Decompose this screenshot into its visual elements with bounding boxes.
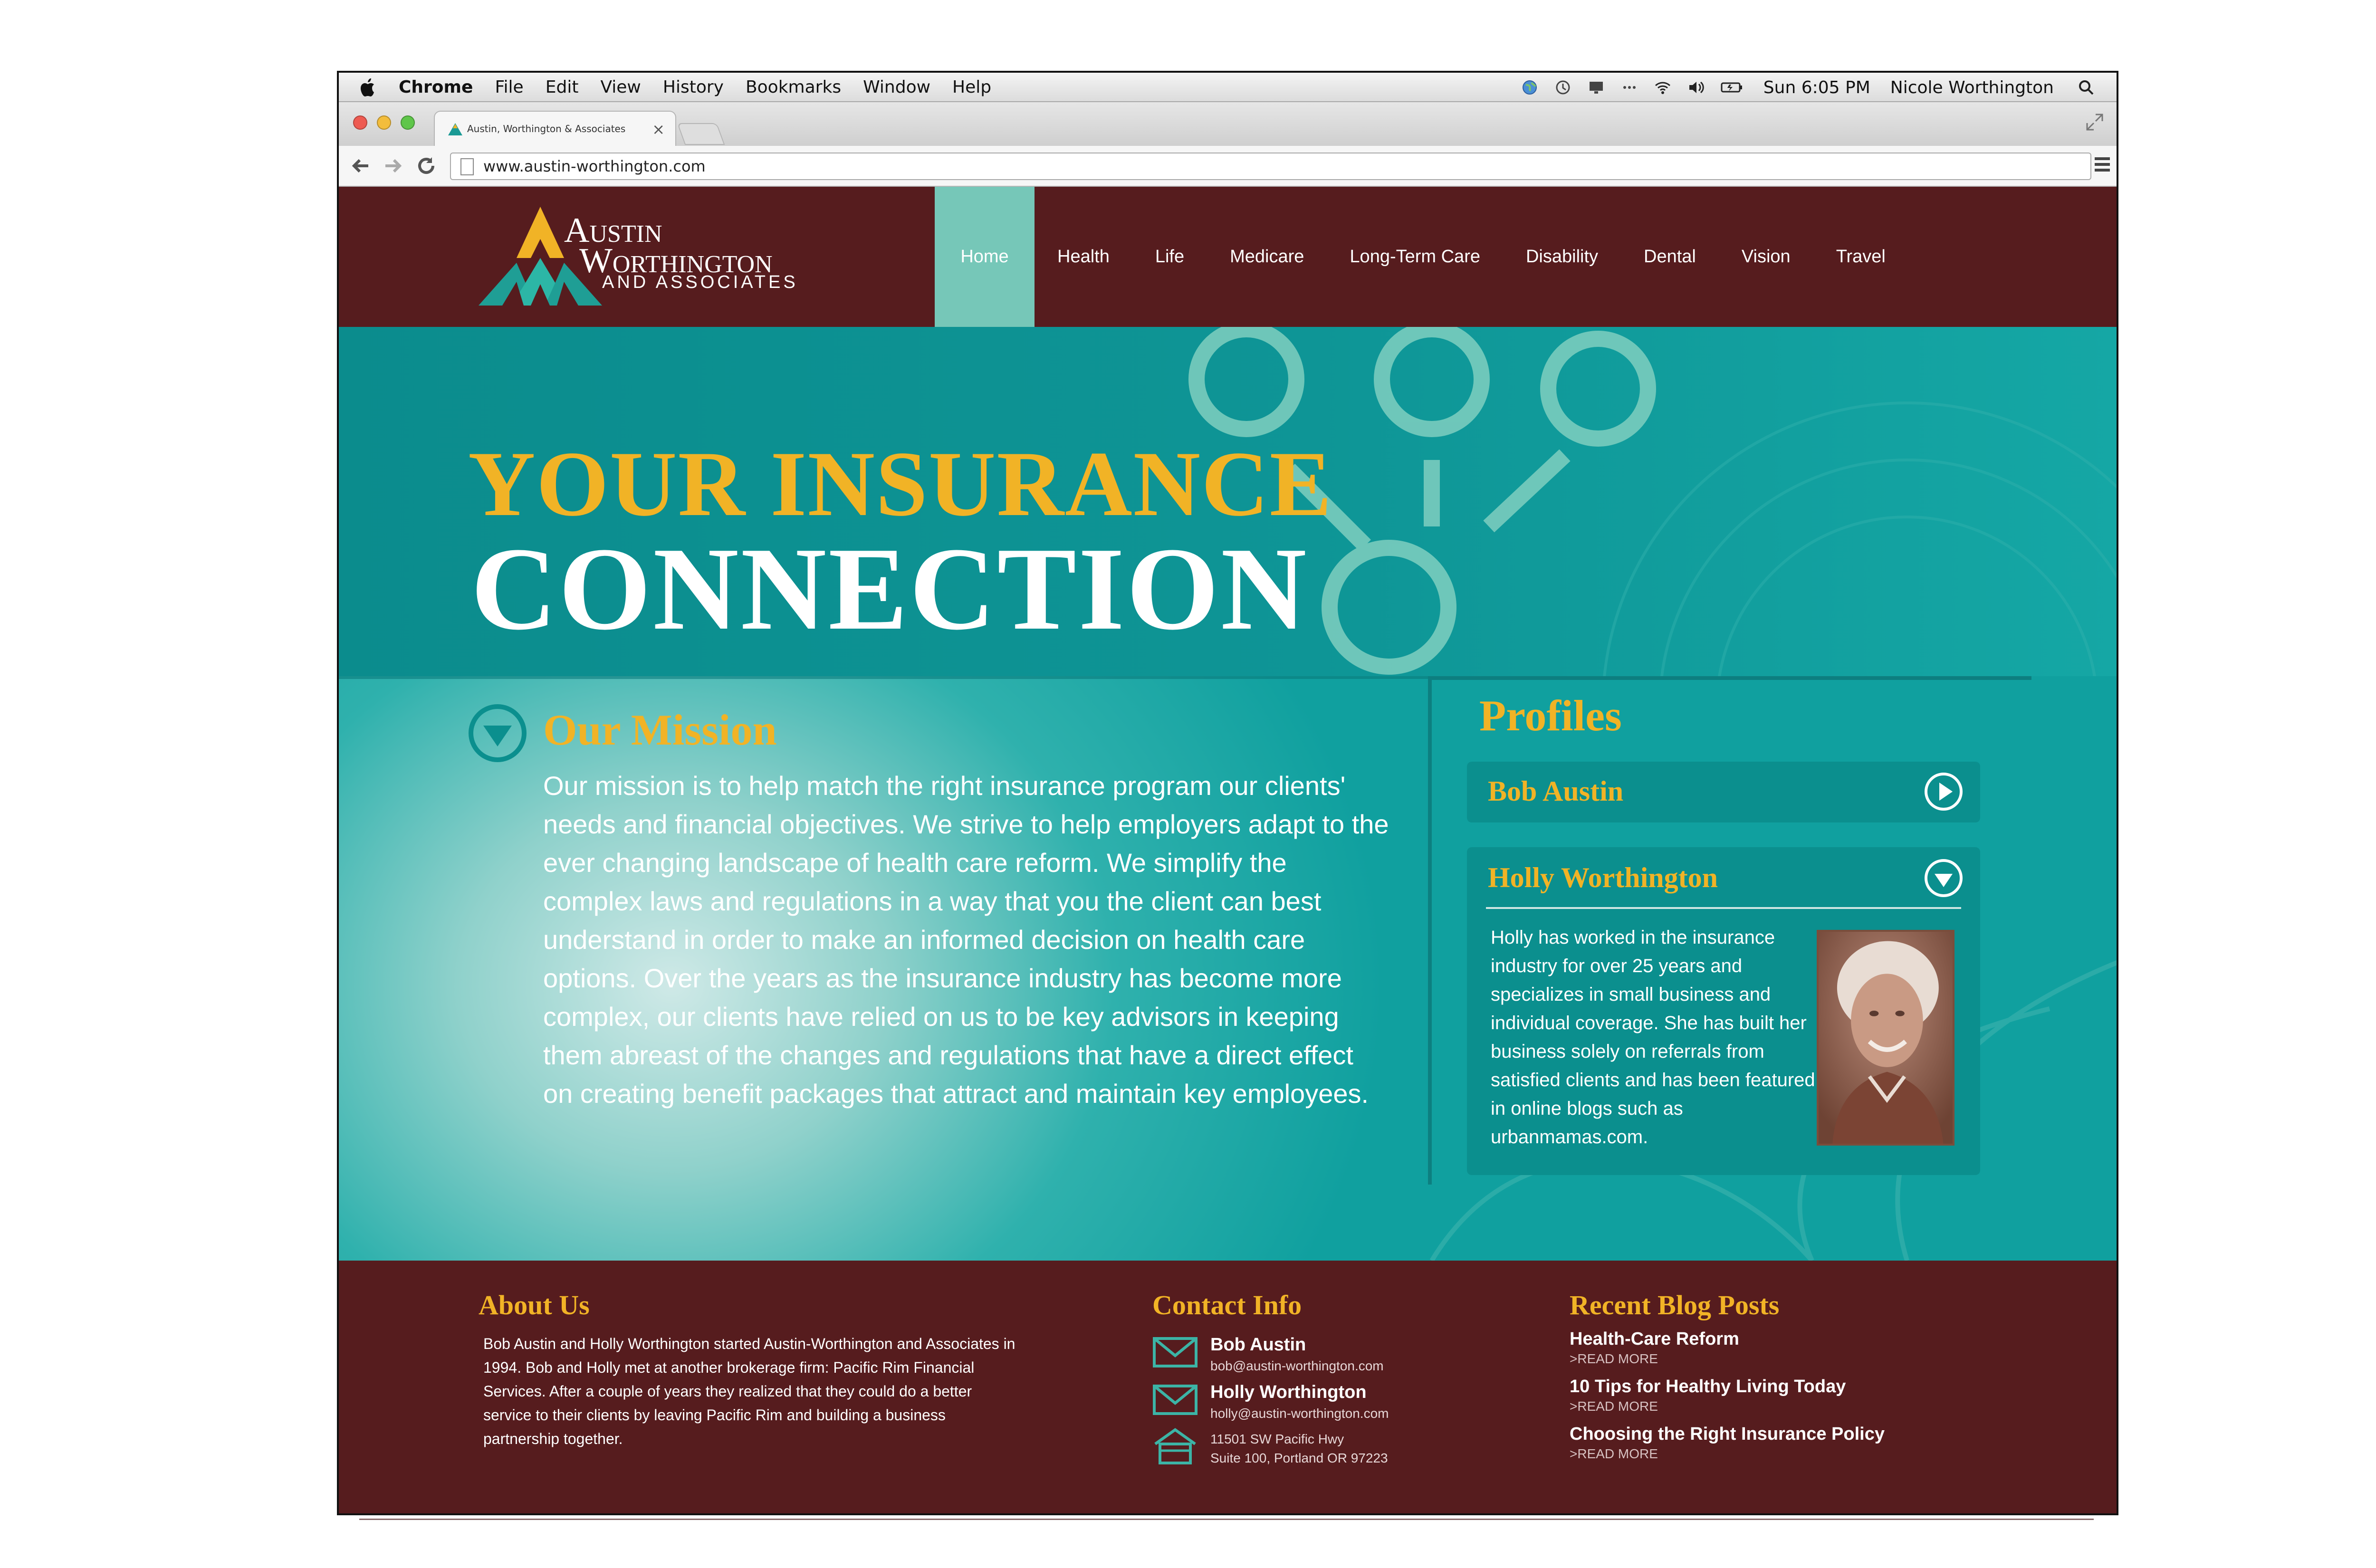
menu-view[interactable]: View (600, 77, 641, 97)
menu-history[interactable]: History (663, 77, 724, 97)
read-more-link[interactable]: >READ MORE (1570, 1351, 1739, 1367)
expand-play-icon[interactable] (1923, 771, 1964, 812)
hero-headline-line-2: CONNECTION (471, 523, 1309, 655)
blog-post-title[interactable]: 10 Tips for Healthy Living Today (1570, 1377, 1846, 1397)
contact-name-bob: Bob Austin (1210, 1335, 1306, 1355)
page-icon (460, 158, 474, 175)
address-line-2: Suite 100, Portland OR 97223 (1210, 1451, 1388, 1465)
apple-icon[interactable] (359, 76, 378, 97)
contact-heading: Contact Info (1152, 1290, 1302, 1320)
mission-toggle-icon[interactable] (467, 703, 528, 764)
mission-heading: Our Mission (543, 706, 777, 754)
read-more-link[interactable]: >READ MORE (1570, 1399, 1846, 1414)
nav-home[interactable]: Home (935, 187, 1035, 327)
profile-divider (1486, 907, 1961, 909)
address-line-1: 11501 SW Pacific Hwy (1210, 1432, 1344, 1446)
email-envelope-icon[interactable] (1152, 1336, 1198, 1369)
profile-bio-holly: Holly has worked in the insurance indust… (1491, 927, 1815, 1147)
blog-post-title[interactable]: Health-Care Reform (1570, 1329, 1739, 1349)
read-more-link[interactable]: >READ MORE (1570, 1446, 1885, 1462)
about-heading: About Us (479, 1290, 590, 1320)
menu-bookmarks[interactable]: Bookmarks (746, 77, 841, 97)
profiles-heading: Profiles (1479, 691, 1622, 740)
site-header: Austin Worthington and Associates Home H… (339, 187, 2117, 327)
holly-portrait-photo (1817, 930, 1954, 1146)
nav-life[interactable]: Life (1132, 187, 1207, 327)
blog-post-3: Choosing the Right Insurance Policy >REA… (1570, 1424, 1885, 1462)
site-favicon-icon (448, 123, 462, 135)
menu-chrome[interactable]: Chrome (399, 77, 473, 97)
display-icon[interactable] (1588, 79, 1605, 96)
menu-edit[interactable]: Edit (546, 77, 579, 97)
nav-vision[interactable]: Vision (1719, 187, 1813, 327)
site-logo[interactable]: Austin Worthington and Associates (479, 206, 811, 310)
menu-window[interactable]: Window (863, 77, 930, 97)
dots-icon[interactable] (1621, 79, 1638, 96)
blog-post-1: Health-Care Reform >READ MORE (1570, 1329, 1739, 1367)
profile-holly-worthington[interactable]: Holly Worthington Holly has worked in th… (1467, 847, 1980, 1175)
main-content: Our Mission Our mission is to help match… (339, 676, 2117, 1261)
profile-bob-austin[interactable]: Bob Austin (1467, 762, 1980, 822)
desk-line (359, 1519, 2094, 1520)
tab-title: Austin, Worthington & Associates (467, 123, 626, 134)
forward-arrow-icon[interactable] (382, 153, 404, 179)
contact-email-holly[interactable]: holly@austin-worthington.com (1210, 1404, 1389, 1423)
close-window-button[interactable] (353, 115, 367, 130)
main-nav: Home Health Life Medicare Long-Term Care… (935, 187, 1908, 327)
new-tab-button[interactable] (677, 123, 725, 145)
wifi-icon[interactable] (1654, 79, 1671, 96)
spotlight-search-icon[interactable] (2078, 79, 2095, 96)
mission-text: Our mission is to help match the right i… (543, 771, 1389, 1109)
menu-file[interactable]: File (495, 77, 523, 97)
site-footer: About Us Bob Austin and Holly Worthingto… (339, 1261, 2117, 1513)
email-envelope-icon[interactable] (1152, 1383, 1198, 1416)
nav-health[interactable]: Health (1035, 187, 1132, 327)
hamburger-menu-icon[interactable] (2095, 157, 2110, 174)
logo-line-3: and Associates (602, 272, 798, 292)
profile-name-holly: Holly Worthington (1488, 862, 1718, 893)
tab-close-icon[interactable]: × (652, 120, 665, 138)
nav-travel[interactable]: Travel (1813, 187, 1908, 327)
contact-email-bob[interactable]: bob@austin-worthington.com (1210, 1357, 1384, 1376)
menu-help[interactable]: Help (952, 77, 991, 97)
nav-long-term-care[interactable]: Long-Term Care (1327, 187, 1503, 327)
website: Austin Worthington and Associates Home H… (339, 187, 2117, 1513)
url-text[interactable]: www.austin-worthington.com (483, 157, 706, 175)
blog-post-2: 10 Tips for Healthy Living Today >READ M… (1570, 1377, 1846, 1414)
fullscreen-icon[interactable] (2085, 113, 2104, 132)
blog-heading: Recent Blog Posts (1570, 1290, 1780, 1320)
home-address-icon (1154, 1428, 1196, 1464)
mac-menu-bar: Chrome File Edit View History Bookmarks … (339, 73, 2117, 102)
profile-name-bob: Bob Austin (1488, 775, 1624, 807)
time-machine-icon[interactable] (1554, 79, 1571, 96)
collapse-arrow-icon[interactable] (1923, 858, 1964, 899)
column-divider (1428, 676, 1432, 1185)
volume-icon[interactable] (1687, 79, 1705, 96)
user-name[interactable]: Nicole Worthington (1890, 78, 2054, 97)
hero-banner: YOUR INSURANCE CONNECTION (339, 327, 2117, 676)
nav-medicare[interactable]: Medicare (1207, 187, 1327, 327)
browser-tab[interactable]: Austin, Worthington & Associates × (434, 111, 676, 146)
blog-post-title[interactable]: Choosing the Right Insurance Policy (1570, 1424, 1885, 1444)
browser-toolbar: www.austin-worthington.com (339, 146, 2117, 187)
about-text: Bob Austin and Holly Worthington started… (483, 1335, 1016, 1447)
status-area: Sun 6:05 PM Nicole Worthington (1505, 73, 2095, 102)
minimize-window-button[interactable] (377, 115, 391, 130)
contact-name-holly: Holly Worthington (1210, 1382, 1367, 1402)
address-bar[interactable]: www.austin-worthington.com (450, 153, 2091, 180)
reload-icon[interactable] (415, 153, 438, 179)
globe-icon[interactable] (1521, 79, 1538, 96)
nav-dental[interactable]: Dental (1621, 187, 1719, 327)
battery-icon[interactable] (1721, 79, 1744, 96)
screen: Chrome File Edit View History Bookmarks … (337, 71, 2118, 1515)
back-arrow-icon[interactable] (349, 153, 372, 179)
clock[interactable]: Sun 6:05 PM (1763, 78, 1870, 97)
zoom-window-button[interactable] (401, 115, 415, 130)
nav-disability[interactable]: Disability (1503, 187, 1621, 327)
browser-tab-strip: Austin, Worthington & Associates × (339, 102, 2117, 146)
